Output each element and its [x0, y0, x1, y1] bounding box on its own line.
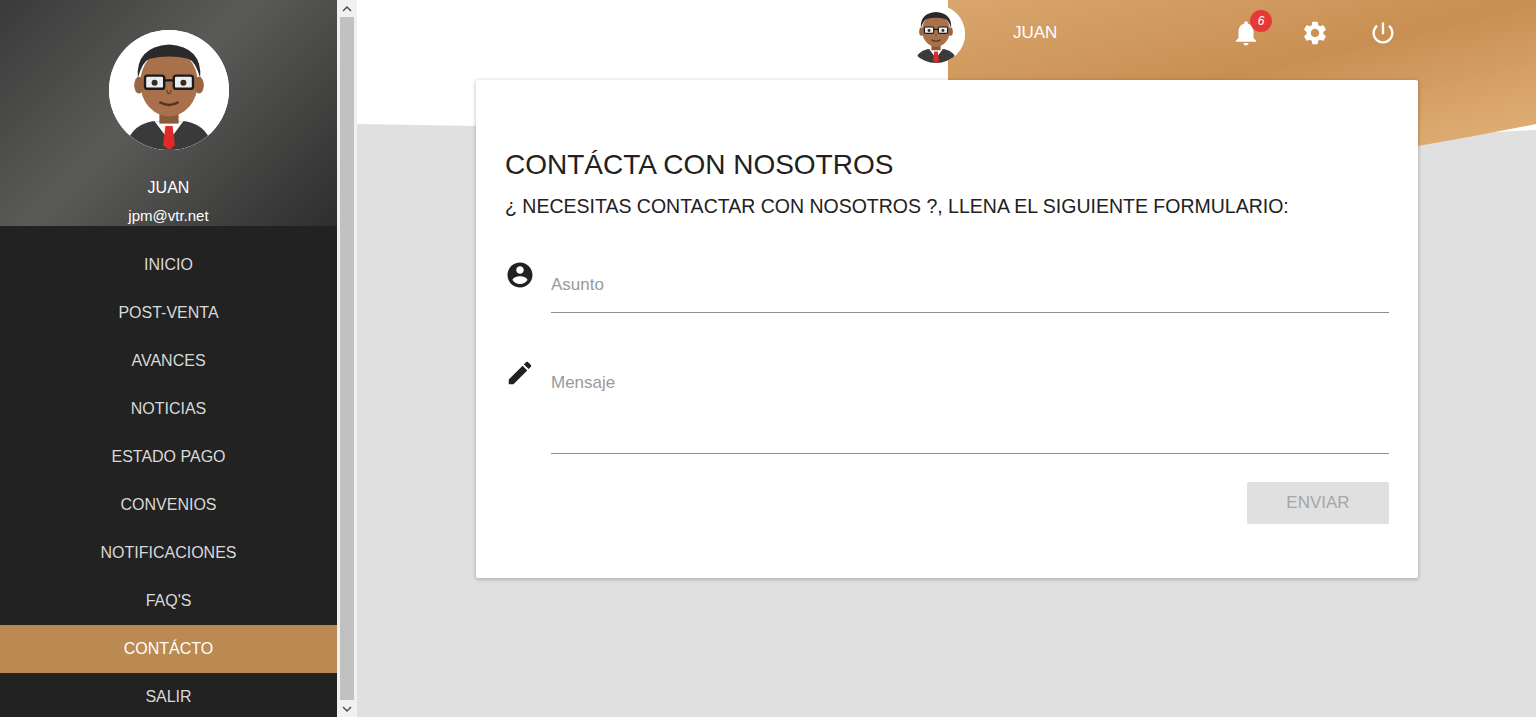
- sidebar: JUANjpm@vtr.netINICIOPOST-VENTAAVANCESNO…: [0, 0, 337, 717]
- scroll-up-icon: [342, 5, 352, 13]
- sidebar-item[interactable]: POST-VENTA: [0, 289, 337, 337]
- sidebar-item[interactable]: CONTÁCTO: [0, 625, 337, 673]
- contact-card: CONTÁCTA CON NOSOTROS ¿ NECESITAS CONTACT…: [476, 80, 1418, 578]
- avatar-icon: [109, 30, 229, 150]
- pencil-icon: [505, 358, 535, 388]
- sidebar-item[interactable]: NOTIFICACIONES: [0, 529, 337, 577]
- profile-avatar: [109, 30, 229, 150]
- user-avatar[interactable]: [907, 5, 965, 63]
- settings-button[interactable]: [1301, 19, 1329, 47]
- scroll-down-icon: [342, 705, 352, 713]
- person-icon: [505, 258, 535, 292]
- message-input[interactable]: [551, 346, 1389, 454]
- form-actions: ENVIAR: [505, 482, 1389, 524]
- logout-button[interactable]: [1369, 19, 1397, 47]
- contact-subtitle: ¿ NECESITAS CONTACTAR CON NOSOTROS ?, LL…: [505, 194, 1389, 218]
- scroll-up-button[interactable]: [337, 0, 357, 17]
- profile-name: JUAN: [148, 178, 190, 198]
- scrollbar[interactable]: [337, 0, 357, 717]
- content-area: CONTÁCTA CON NOSOTROS ¿ NECESITAS CONTACT…: [357, 65, 1536, 578]
- user-name: JUAN: [1013, 20, 1061, 46]
- sidebar-item[interactable]: AVANCES: [0, 337, 337, 385]
- sidebar-item[interactable]: SALIR: [0, 673, 337, 717]
- profile-header: JUAN jpm@vtr.net: [0, 0, 337, 226]
- subject-field: [505, 258, 1389, 313]
- field-icon-box: [505, 346, 535, 388]
- sidebar-menu: INICIOPOST-VENTAAVANCESNOTICIASESTADO PA…: [0, 241, 337, 717]
- avatar-icon: [907, 5, 965, 63]
- sidebar-item[interactable]: ESTADO PAGO: [0, 433, 337, 481]
- field-icon-box: [505, 258, 535, 292]
- scroll-down-button[interactable]: [337, 700, 357, 717]
- subject-input[interactable]: [551, 258, 1389, 313]
- sidebar-item[interactable]: INICIO: [0, 241, 337, 289]
- top-bar: JUAN 6: [357, 0, 1536, 65]
- notifications-button[interactable]: 6: [1231, 18, 1261, 48]
- main-area: JUAN 6 CONTÁCTA CON NOSOTROS ¿ NECESITAS CO…: [357, 0, 1536, 717]
- scroll-thumb[interactable]: [340, 17, 354, 700]
- gear-icon: [1301, 19, 1329, 47]
- profile-email: jpm@vtr.net: [128, 206, 208, 226]
- sidebar-item[interactable]: CONVENIOS: [0, 481, 337, 529]
- power-icon: [1369, 19, 1397, 47]
- sidebar-item[interactable]: FAQ'S: [0, 577, 337, 625]
- send-button[interactable]: ENVIAR: [1247, 482, 1389, 524]
- notification-badge: 6: [1250, 10, 1272, 32]
- message-field: [505, 346, 1389, 454]
- contact-title: CONTÁCTA CON NOSOTROS: [505, 148, 1389, 182]
- sidebar-item[interactable]: NOTICIAS: [0, 385, 337, 433]
